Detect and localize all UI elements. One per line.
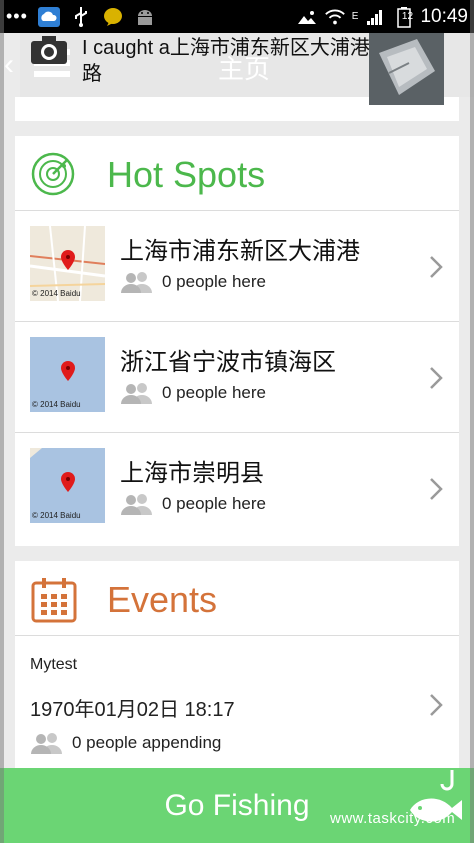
go-fishing-button[interactable]: Go Fishing	[0, 768, 474, 843]
back-button[interactable]: ‹	[4, 47, 18, 83]
chevron-right-icon	[430, 367, 443, 389]
events-title: Events	[107, 579, 218, 620]
notification-dots: •••	[6, 6, 28, 26]
events-card: Events Mytest 1970年01月02日 18:17 0 people…	[15, 561, 459, 771]
event-people: 0 people appending	[30, 732, 221, 754]
catch-banner-content: I caught a上海市浦东新区大浦港路	[20, 33, 370, 97]
map-pin-icon	[61, 250, 75, 270]
status-bar: ••• E 12 10:49	[0, 0, 474, 33]
hot-spot-item[interactable]: © 2014 Baidu 浙江省宁波市镇海区 0 people here	[15, 322, 459, 433]
catch-photo	[369, 33, 444, 105]
people-icon	[121, 494, 152, 515]
chevron-right-icon	[430, 694, 443, 716]
map-pin-icon	[61, 472, 75, 492]
event-name: Mytest	[30, 656, 78, 673]
map-copyright: © 2014 Baidu	[32, 289, 81, 298]
watermark: www.taskcity.com	[330, 810, 456, 827]
clock: 10:49	[420, 5, 468, 27]
photo-icon	[296, 6, 318, 28]
network-type: E	[351, 11, 359, 22]
events-header: Events	[15, 561, 459, 636]
chat-icon	[102, 6, 124, 28]
map-thumbnail: © 2014 Baidu	[30, 226, 105, 301]
people-count: 0 people here	[162, 272, 266, 291]
map-copyright: © 2014 Baidu	[32, 511, 81, 520]
header-bar: ‹ 主页 I caught a上海市浦东新区大浦港路	[0, 33, 474, 105]
chevron-right-icon	[430, 478, 443, 500]
people-icon	[121, 383, 152, 404]
event-item[interactable]: Mytest 1970年01月02日 18:17 0 people append…	[15, 636, 459, 770]
go-fishing-bar: Go Fishing	[0, 768, 474, 843]
hot-spot-people: 0 people here	[120, 493, 266, 515]
map-copyright: © 2014 Baidu	[32, 400, 81, 409]
people-icon	[31, 733, 62, 754]
calendar-icon	[31, 577, 77, 623]
chevron-right-icon	[430, 256, 443, 278]
right-edge	[470, 0, 474, 843]
battery-level: 12	[401, 11, 414, 22]
wifi-icon	[324, 6, 346, 28]
hot-spots-header: Hot Spots	[15, 136, 459, 211]
usb-icon	[70, 6, 92, 28]
left-edge	[0, 0, 4, 843]
cloud-icon	[37, 6, 60, 28]
signal-icon	[364, 6, 386, 28]
map-pin-icon	[61, 361, 75, 381]
event-people-count: 0 people appending	[72, 733, 222, 752]
hot-spots-title: Hot Spots	[107, 154, 266, 195]
map-thumbnail: © 2014 Baidu	[30, 448, 105, 523]
hot-spot-people: 0 people here	[120, 382, 266, 404]
people-icon	[121, 272, 152, 293]
hot-spot-people: 0 people here	[120, 271, 266, 293]
event-date: 1970年01月02日 18:17	[30, 699, 235, 721]
app-screen: ••• E 12 10:49 Hot Spots © 2014 Baidu 上海…	[0, 0, 474, 843]
people-count: 0 people here	[162, 494, 266, 513]
radar-icon	[31, 152, 75, 196]
android-icon	[134, 6, 156, 28]
hot-spot-item[interactable]: © 2014 Baidu 上海市浦东新区大浦港 0 people here	[15, 211, 459, 322]
people-count: 0 people here	[162, 383, 266, 402]
camera-icon	[31, 36, 67, 64]
hot-spots-card: Hot Spots © 2014 Baidu 上海市浦东新区大浦港 0 peop…	[15, 136, 459, 546]
go-fishing-label: Go Fishing	[164, 788, 310, 822]
hot-spot-item[interactable]: © 2014 Baidu 上海市崇明县 0 people here	[15, 433, 459, 544]
map-thumbnail: © 2014 Baidu	[30, 337, 105, 412]
hot-spot-name: 上海市浦东新区大浦港	[120, 238, 360, 265]
hot-spot-name: 浙江省宁波市镇海区	[120, 349, 336, 376]
catch-text: I caught a上海市浦东新区大浦港路	[82, 37, 370, 85]
hot-spot-name: 上海市崇明县	[120, 460, 264, 487]
